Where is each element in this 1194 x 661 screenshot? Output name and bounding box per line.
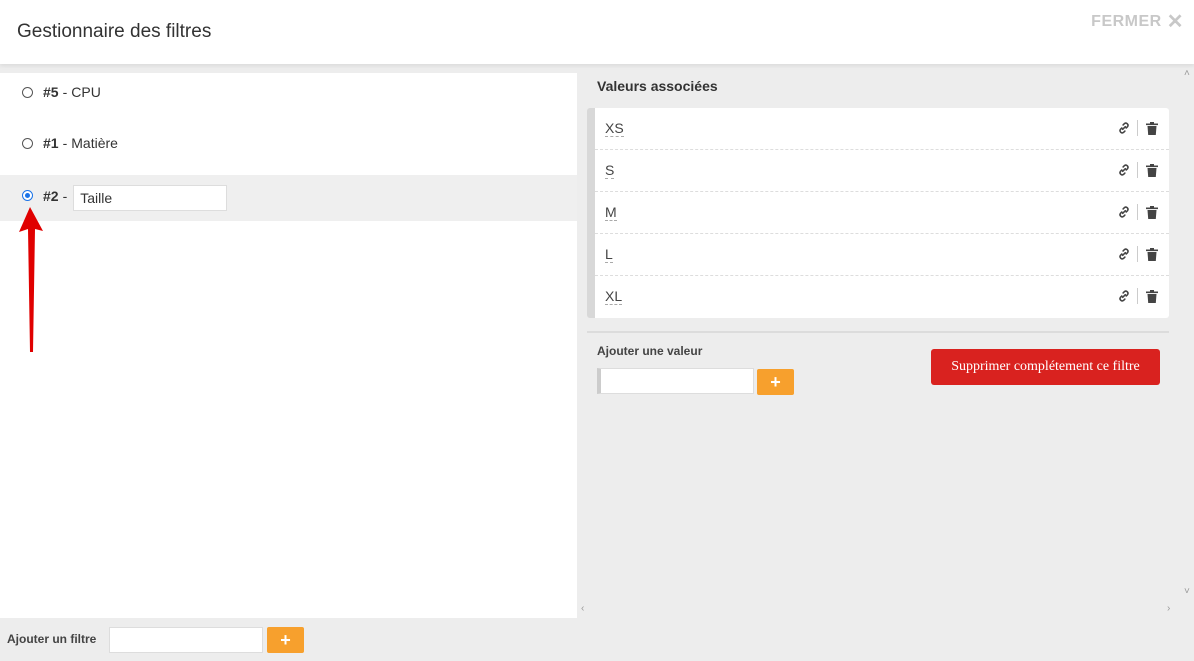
- add-value-label: Ajouter une valeur: [597, 344, 703, 358]
- value-row: XS: [595, 108, 1169, 150]
- trash-icon[interactable]: [1146, 164, 1158, 177]
- add-filter-label: Ajouter un filtre: [7, 632, 97, 646]
- icon-separator: [1137, 162, 1138, 178]
- annotation-arrow: [19, 207, 43, 352]
- filter-name: Matière: [71, 135, 118, 151]
- scroll-right-icon[interactable]: ›: [1167, 603, 1170, 614]
- link-icon[interactable]: [1117, 289, 1131, 303]
- link-icon[interactable]: [1117, 247, 1131, 261]
- trash-icon[interactable]: [1146, 206, 1158, 219]
- delete-filter-button[interactable]: Supprimer complétement ce filtre: [931, 349, 1160, 385]
- close-label: FERMER: [1091, 13, 1162, 30]
- filter-number: #5: [43, 84, 59, 100]
- value-label[interactable]: XL: [605, 289, 623, 305]
- filter-item-cpu[interactable]: #5 - CPU: [0, 82, 577, 102]
- icon-separator: [1137, 246, 1138, 262]
- value-row: L: [595, 234, 1169, 276]
- close-button[interactable]: FERMER ✕: [1091, 11, 1184, 33]
- filter-radio[interactable]: [22, 137, 33, 149]
- scroll-down-icon[interactable]: ˅: [1184, 586, 1190, 597]
- filter-number: #2: [43, 187, 59, 204]
- trash-icon[interactable]: [1146, 248, 1158, 261]
- filter-number: #1: [43, 135, 59, 151]
- scroll-left-icon[interactable]: ‹: [581, 603, 584, 614]
- value-label[interactable]: L: [605, 247, 613, 263]
- add-filter-button[interactable]: +: [267, 627, 304, 653]
- link-icon[interactable]: [1117, 163, 1131, 177]
- add-value-button[interactable]: +: [757, 369, 794, 395]
- modal-header: Gestionnaire des filtres FERMER ✕: [0, 0, 1194, 64]
- values-list: XS S M L XL: [587, 108, 1169, 318]
- filter-name: CPU: [71, 84, 101, 100]
- value-label[interactable]: M: [605, 205, 617, 221]
- icon-separator: [1137, 288, 1138, 304]
- add-filter-input[interactable]: [109, 627, 263, 653]
- filter-name-input[interactable]: [73, 185, 228, 211]
- vertical-scrollbar[interactable]: ˄ ˅: [1182, 64, 1194, 607]
- divider: [587, 331, 1169, 333]
- filter-separator: -: [62, 84, 68, 100]
- filter-radio-selected[interactable]: [22, 190, 33, 201]
- filter-separator: -: [62, 135, 68, 151]
- value-row: M: [595, 192, 1169, 234]
- value-row: XL: [595, 276, 1169, 318]
- horizontal-scrollbar[interactable]: ‹ ›: [577, 603, 1182, 618]
- icon-separator: [1137, 204, 1138, 220]
- icon-separator: [1137, 120, 1138, 136]
- value-label[interactable]: S: [605, 163, 615, 179]
- filter-item-matiere[interactable]: #1 - Matière: [0, 133, 577, 153]
- modal-title: Gestionnaire des filtres: [17, 21, 212, 42]
- value-label[interactable]: XS: [605, 121, 624, 137]
- close-icon: ✕: [1166, 11, 1184, 33]
- filter-separator: -: [62, 187, 68, 204]
- scroll-up-icon[interactable]: ˄: [1184, 68, 1190, 79]
- link-icon[interactable]: [1117, 121, 1131, 135]
- link-icon[interactable]: [1117, 205, 1131, 219]
- filter-radio[interactable]: [22, 86, 33, 98]
- trash-icon[interactable]: [1146, 290, 1158, 303]
- trash-icon[interactable]: [1146, 122, 1158, 135]
- filter-list-panel: [0, 73, 577, 618]
- filter-item-taille[interactable]: #2 -: [0, 175, 577, 221]
- values-panel-title: Valeurs associées: [597, 78, 718, 94]
- value-row: S: [595, 150, 1169, 192]
- add-value-input[interactable]: [597, 368, 754, 394]
